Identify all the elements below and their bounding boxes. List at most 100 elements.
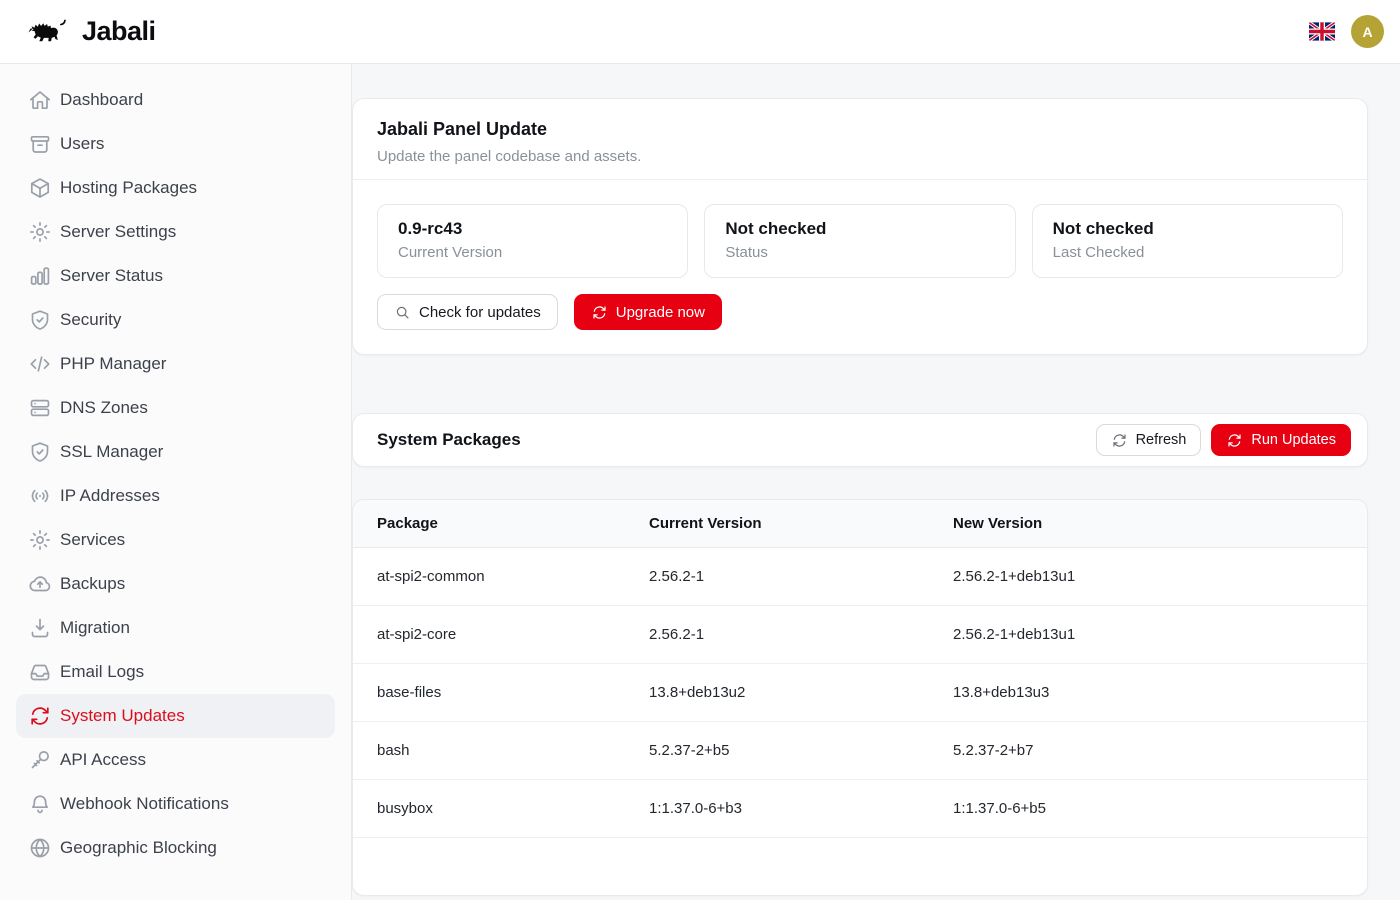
table-cell: bash <box>353 722 625 780</box>
archive-icon <box>28 132 52 156</box>
table-cell: 2.56.2-1 <box>625 548 929 606</box>
table-cell: busybox <box>353 780 625 838</box>
stat-label: Last Checked <box>1053 243 1322 263</box>
cloudup-icon <box>28 572 52 596</box>
bell-icon <box>28 792 52 816</box>
panel-update-card: Jabali Panel Update Update the panel cod… <box>352 98 1368 355</box>
cog-icon <box>28 528 52 552</box>
table-cell: base-files <box>353 664 625 722</box>
refresh-button[interactable]: Refresh <box>1096 424 1202 456</box>
sidebar-item-label: Email Logs <box>60 662 144 682</box>
refresh-icon <box>1226 432 1243 449</box>
boar-logo-icon <box>26 16 72 47</box>
table-cell: 2.56.2-1+deb13u1 <box>929 548 1367 606</box>
table-cell: 2.56.2-1 <box>625 606 929 664</box>
sidebar-item-label: Webhook Notifications <box>60 794 229 814</box>
sidebar-item-label: Dashboard <box>60 90 143 110</box>
packages-table-card: PackageCurrent VersionNew Version at-spi… <box>352 499 1368 896</box>
sidebar-item-server-settings[interactable]: Server Settings <box>16 210 335 254</box>
stat-label: Status <box>725 243 994 263</box>
sidebar-item-migration[interactable]: Migration <box>16 606 335 650</box>
globe-icon <box>28 836 52 860</box>
stat-value: Not checked <box>1053 219 1322 239</box>
table-row: at-spi2-core2.56.2-12.56.2-1+deb13u1 <box>353 606 1367 664</box>
sidebar-item-webhook-notifications[interactable]: Webhook Notifications <box>16 782 335 826</box>
table-cell: 5.2.37-2+b7 <box>929 722 1367 780</box>
column-header: Package <box>353 500 625 548</box>
check-for-updates-button[interactable]: Check for updates <box>377 294 558 330</box>
brand: Jabali <box>26 16 156 47</box>
refresh-icon <box>1111 432 1128 449</box>
inbox-icon <box>28 660 52 684</box>
sidebar-item-hosting-packages[interactable]: Hosting Packages <box>16 166 335 210</box>
upgrade-now-button[interactable]: Upgrade now <box>574 294 722 330</box>
table-cell: 1:1.37.0-6+b3 <box>625 780 929 838</box>
stat-label: Current Version <box>398 243 667 263</box>
cube-icon <box>28 176 52 200</box>
column-header: Current Version <box>625 500 929 548</box>
sidebar-item-server-status[interactable]: Server Status <box>16 254 335 298</box>
signal-icon <box>28 484 52 508</box>
code-icon <box>28 352 52 376</box>
refresh-icon <box>28 704 52 728</box>
sidebar-item-label: Backups <box>60 574 125 594</box>
sidebar-item-label: Server Settings <box>60 222 176 242</box>
table-cell: 13.8+deb13u2 <box>625 664 929 722</box>
table-cell: 1:1.37.0-6+b5 <box>929 780 1367 838</box>
system-packages-title: System Packages <box>377 430 521 450</box>
sidebar-item-label: IP Addresses <box>60 486 160 506</box>
brand-name: Jabali <box>82 16 156 47</box>
sidebar-item-ssl-manager[interactable]: SSL Manager <box>16 430 335 474</box>
sidebar-item-api-access[interactable]: API Access <box>16 738 335 782</box>
table-row: base-files13.8+deb13u213.8+deb13u3 <box>353 664 1367 722</box>
key-icon <box>28 748 52 772</box>
panel-update-title: Jabali Panel Update <box>377 119 1343 140</box>
table-row: at-spi2-common2.56.2-12.56.2-1+deb13u1 <box>353 548 1367 606</box>
sidebar-item-label: DNS Zones <box>60 398 148 418</box>
sidebar-item-label: System Updates <box>60 706 185 726</box>
main-content: System Updates Jabali Panel Update Updat… <box>352 0 1400 896</box>
table-cell: 5.2.37-2+b5 <box>625 722 929 780</box>
table-cell: at-spi2-common <box>353 548 625 606</box>
stat-value: Not checked <box>725 219 994 239</box>
download-icon <box>28 616 52 640</box>
sidebar-item-ip-addresses[interactable]: IP Addresses <box>16 474 335 518</box>
sidebar-item-dashboard[interactable]: Dashboard <box>16 78 335 122</box>
stat-box: Not checked Last Checked <box>1032 204 1343 278</box>
stat-box: Not checked Status <box>704 204 1015 278</box>
sidebar-nav: Dashboard Users Hosting Packages Server Set… <box>16 78 335 870</box>
stat-value: 0.9-rc43 <box>398 219 667 239</box>
panel-update-subtitle: Update the panel codebase and assets. <box>377 148 1343 165</box>
user-avatar[interactable]: A <box>1351 15 1384 48</box>
table-row-partial <box>353 838 1367 895</box>
sidebar-item-label: SSL Manager <box>60 442 163 462</box>
language-flag-icon[interactable] <box>1309 22 1335 41</box>
packages-table: PackageCurrent VersionNew Version at-spi… <box>353 500 1367 895</box>
run-updates-button[interactable]: Run Updates <box>1211 424 1351 456</box>
sidebar-item-system-updates[interactable]: System Updates <box>16 694 335 738</box>
system-packages-card: System Packages Refresh Run Updates <box>352 413 1368 467</box>
search-icon <box>394 304 411 321</box>
sidebar: Dashboard Users Hosting Packages Server Set… <box>0 64 352 900</box>
shield-icon <box>28 308 52 332</box>
sidebar-item-services[interactable]: Services <box>16 518 335 562</box>
stack-icon <box>28 396 52 420</box>
sidebar-item-label: Users <box>60 134 104 154</box>
sidebar-item-dns-zones[interactable]: DNS Zones <box>16 386 335 430</box>
column-header: New Version <box>929 500 1367 548</box>
sidebar-item-users[interactable]: Users <box>16 122 335 166</box>
sidebar-item-email-logs[interactable]: Email Logs <box>16 650 335 694</box>
table-row: bash5.2.37-2+b55.2.37-2+b7 <box>353 722 1367 780</box>
table-row: busybox1:1.37.0-6+b31:1.37.0-6+b5 <box>353 780 1367 838</box>
sidebar-item-label: Geographic Blocking <box>60 838 217 858</box>
top-header: Jabali A <box>0 0 1400 64</box>
refresh-icon <box>591 304 608 321</box>
sidebar-item-geographic-blocking[interactable]: Geographic Blocking <box>16 826 335 870</box>
sidebar-item-label: PHP Manager <box>60 354 166 374</box>
shield-icon <box>28 440 52 464</box>
bars-icon <box>28 264 52 288</box>
sidebar-item-backups[interactable]: Backups <box>16 562 335 606</box>
sidebar-item-label: API Access <box>60 750 146 770</box>
sidebar-item-php-manager[interactable]: PHP Manager <box>16 342 335 386</box>
sidebar-item-security[interactable]: Security <box>16 298 335 342</box>
